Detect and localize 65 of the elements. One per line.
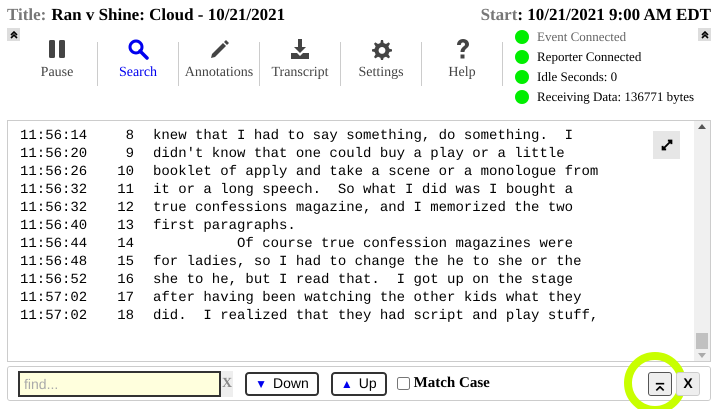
line-number: 8 <box>124 127 134 145</box>
line-number: 13 <box>116 217 134 235</box>
transcript-line: she to he, but I read that. I got up on the stage <box>153 271 574 289</box>
up-button[interactable]: ▲ Up <box>330 372 387 396</box>
line-number: 18 <box>116 307 134 325</box>
line-number: 14 <box>116 235 134 253</box>
timestamp: 11:56:32 <box>20 181 88 199</box>
match-case-checkbox[interactable] <box>396 377 410 390</box>
toolbar-button[interactable]: Search <box>98 38 178 82</box>
toolbar-button[interactable]: Help <box>422 38 502 82</box>
line-number: 11 <box>116 181 134 199</box>
toolbar-button[interactable]: Transcript <box>260 38 340 82</box>
timestamp: 11:56:52 <box>20 271 88 289</box>
transcript-line: for ladies, so I had to change the he to she or the <box>153 253 582 271</box>
pencil-icon <box>208 38 230 60</box>
timestamp: 11:56:48 <box>20 253 88 271</box>
status-text: Event Connected <box>537 28 626 46</box>
transcript-line: didn't know that one could buy a play or a little <box>153 145 565 163</box>
match-case-label: Match Case <box>414 374 490 394</box>
toolbar-button[interactable]: Settings <box>341 38 421 82</box>
timestamp: 11:57:02 <box>20 307 88 325</box>
scroll-up-icon[interactable] <box>698 124 706 129</box>
start-label: Start <box>480 5 518 25</box>
transcript-line: first paragraphs. <box>153 217 296 235</box>
title-label: Title: <box>7 5 46 25</box>
line-number: 12 <box>116 199 134 217</box>
close-button[interactable]: X <box>676 372 700 396</box>
status-text: Idle Seconds: 0 <box>537 68 618 86</box>
line-number: 17 <box>116 289 134 307</box>
scroll-top-button[interactable]: ⌅ <box>648 372 672 396</box>
timestamp: 11:56:44 <box>20 235 88 253</box>
search-field[interactable]: find... <box>18 370 221 396</box>
timestamp: 11:56:20 <box>20 145 88 163</box>
line-number: 15 <box>116 253 134 271</box>
scrollbar[interactable] <box>694 121 710 361</box>
collapse-icon[interactable] <box>698 28 711 41</box>
timestamp: 11:57:02 <box>20 289 88 307</box>
pause-icon <box>46 38 68 60</box>
status-text: Reporter Connected <box>537 48 642 66</box>
timestamp: 11:56:14 <box>20 127 88 145</box>
line-number: 10 <box>116 163 134 181</box>
timestamp: 11:56:40 <box>20 217 88 235</box>
settings-icon <box>370 38 392 60</box>
scroll-thumb[interactable] <box>696 333 708 349</box>
transcript-line: after having been watching the other kids what they <box>153 289 582 307</box>
download-icon <box>289 38 311 60</box>
transcript-line: knew that I had to say something, do something. I <box>153 127 574 145</box>
expand-icon[interactable] <box>653 131 680 159</box>
toolbar-button[interactable]: Annotations <box>179 38 259 82</box>
line-number: 16 <box>116 271 134 289</box>
transcript-line: it or a long speech. So what I did was I bought a <box>153 181 574 199</box>
status-text: Receiving Data: 136771 bytes <box>537 88 694 106</box>
down-button[interactable]: ▼ Down <box>245 372 319 396</box>
start-time: : 10/21/2021 9:00 AM EDT <box>517 5 711 25</box>
transcript-line: did. I realized that they had script and play stuff, <box>153 307 598 325</box>
event-title: Ran v Shine: Cloud - 10/21/2021 <box>51 5 286 25</box>
toolbar-button[interactable]: Pause <box>17 38 97 82</box>
timestamp: 11:56:32 <box>20 199 88 217</box>
timestamp: 11:56:26 <box>20 163 88 181</box>
transcript-line: Of course true confession magazines were <box>236 235 574 253</box>
search-icon <box>127 38 149 60</box>
transcript-line: booklet of apply and take a scene or a monologue from <box>153 163 598 181</box>
transcript-line: true confessions magazine, and I memorized the two <box>153 199 574 217</box>
collapse-icon[interactable] <box>7 28 20 41</box>
line-number: 9 <box>124 145 134 163</box>
